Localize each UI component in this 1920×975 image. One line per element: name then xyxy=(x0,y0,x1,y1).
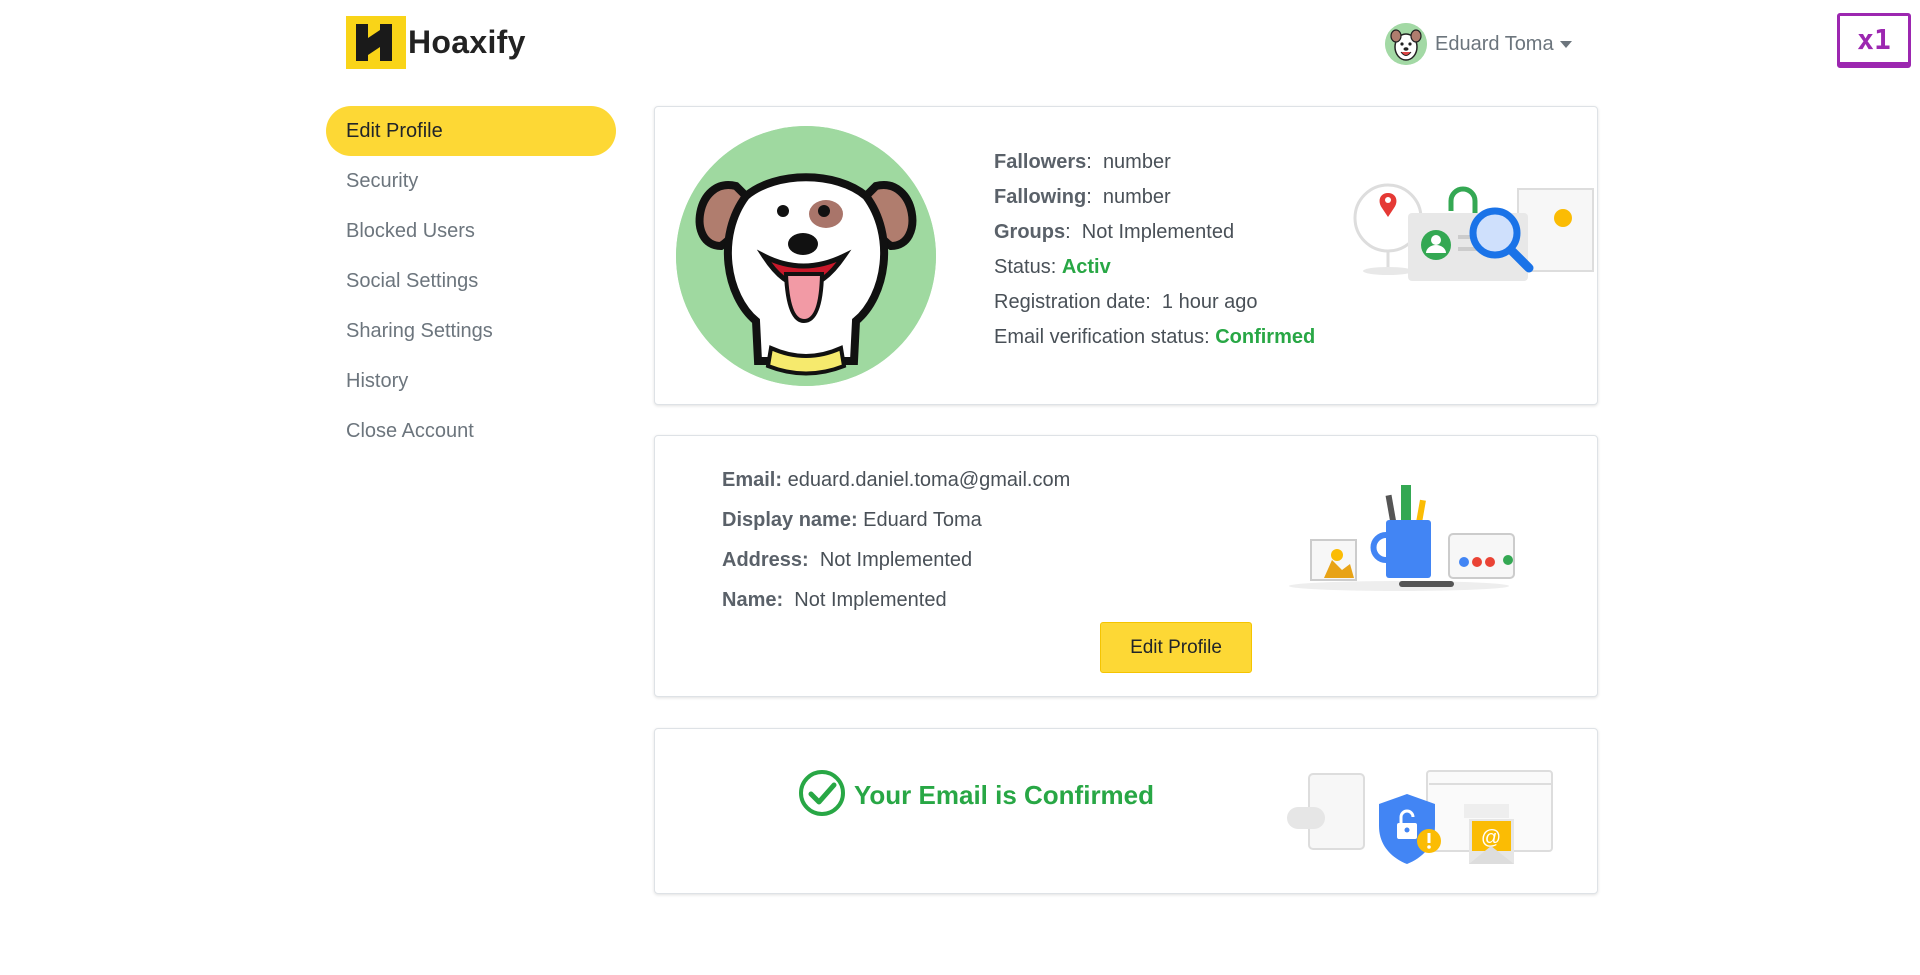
profile-stats: Fallowers: number Fallowing: number Grou… xyxy=(994,145,1315,355)
svg-text:@: @ xyxy=(1481,827,1501,849)
profile-details-card: Email: eduard.daniel.toma@gmail.com Disp… xyxy=(654,435,1598,697)
groups-row: Groups: Not Implemented xyxy=(994,221,1235,243)
name-value: Not Implemented xyxy=(794,589,947,611)
sidebar-item-security[interactable]: Security xyxy=(326,156,616,206)
logo-mark-icon xyxy=(346,16,406,69)
groups-label: Groups xyxy=(994,221,1066,243)
name-row: Name: Not Implemented xyxy=(722,580,1070,620)
address-label: Address: xyxy=(722,549,809,571)
brand-logo[interactable]: Hoaxify xyxy=(346,16,526,69)
display-name-label: Display name: xyxy=(722,509,858,531)
profile-avatar[interactable] xyxy=(676,126,936,386)
user-menu-dropdown[interactable]: Eduard Toma xyxy=(1385,23,1572,65)
following-value: number xyxy=(1102,186,1171,208)
sidebar-nav: Edit Profile Security Blocked Users Soci… xyxy=(326,106,616,456)
followers-value: number xyxy=(1102,151,1171,173)
email-verification-label: Email verification status: xyxy=(994,326,1210,348)
sidebar-item-sharing-settings[interactable]: Sharing Settings xyxy=(326,306,616,356)
email-verification-row: Email verification status: Confirmed xyxy=(994,320,1315,355)
desk-illustration xyxy=(1289,480,1539,595)
status-label: Status: xyxy=(994,256,1057,278)
registration-label: Registration date: xyxy=(994,291,1151,313)
groups-value: Not Implemented xyxy=(1081,221,1235,243)
edit-profile-button[interactable]: Edit Profile xyxy=(1100,622,1252,673)
security-shield-illustration: @ xyxy=(1279,769,1559,874)
sidebar-item-close-account[interactable]: Close Account xyxy=(326,406,616,456)
sidebar-item-edit-profile[interactable]: Edit Profile xyxy=(326,106,616,156)
user-name: Eduard Toma xyxy=(1435,32,1554,55)
status-row: Status: Activ xyxy=(994,250,1315,285)
registration-row: Registration date: 1 hour ago xyxy=(994,285,1315,320)
profile-search-illustration xyxy=(1333,173,1601,291)
email-row: Email: eduard.daniel.toma@gmail.com xyxy=(722,460,1070,500)
address-value: Not Implemented xyxy=(819,549,973,571)
zoom-badge: x1 xyxy=(1837,13,1911,68)
email-verification-value: Confirmed xyxy=(1215,326,1316,348)
followers-label: Fallowers xyxy=(994,151,1087,173)
name-label: Name: xyxy=(722,589,784,611)
email-label: Email: xyxy=(722,469,783,491)
address-row: Address: Not Implemented xyxy=(722,540,1070,580)
status-value: Activ xyxy=(1061,256,1111,278)
email-confirmed-message: Your Email is Confirmed xyxy=(798,769,1154,822)
following-label: Fallowing xyxy=(994,186,1087,208)
registration-value: 1 hour ago xyxy=(1161,291,1258,313)
followers-row: Fallowers: number xyxy=(994,151,1171,173)
profile-details: Email: eduard.daniel.toma@gmail.com Disp… xyxy=(722,460,1070,620)
display-name-value: Eduard Toma xyxy=(863,509,982,531)
sidebar-item-blocked-users[interactable]: Blocked Users xyxy=(326,206,616,256)
email-value: eduard.daniel.toma@gmail.com xyxy=(787,469,1071,491)
following-row: Fallowing: number xyxy=(994,186,1171,208)
sidebar-item-history[interactable]: History xyxy=(326,356,616,406)
user-avatar xyxy=(1385,23,1427,65)
sidebar-item-social-settings[interactable]: Social Settings xyxy=(326,256,616,306)
brand-name: Hoaxify xyxy=(408,24,526,60)
email-confirmed-card: Your Email is Confirmed @ xyxy=(654,728,1598,894)
profile-summary-card: Fallowers: number Fallowing: number Grou… xyxy=(654,106,1598,405)
email-confirmed-text: Your Email is Confirmed xyxy=(854,780,1155,810)
check-circle-icon xyxy=(798,769,846,822)
display-name-row: Display name: Eduard Toma xyxy=(722,500,1070,540)
chevron-down-icon xyxy=(1559,40,1572,48)
